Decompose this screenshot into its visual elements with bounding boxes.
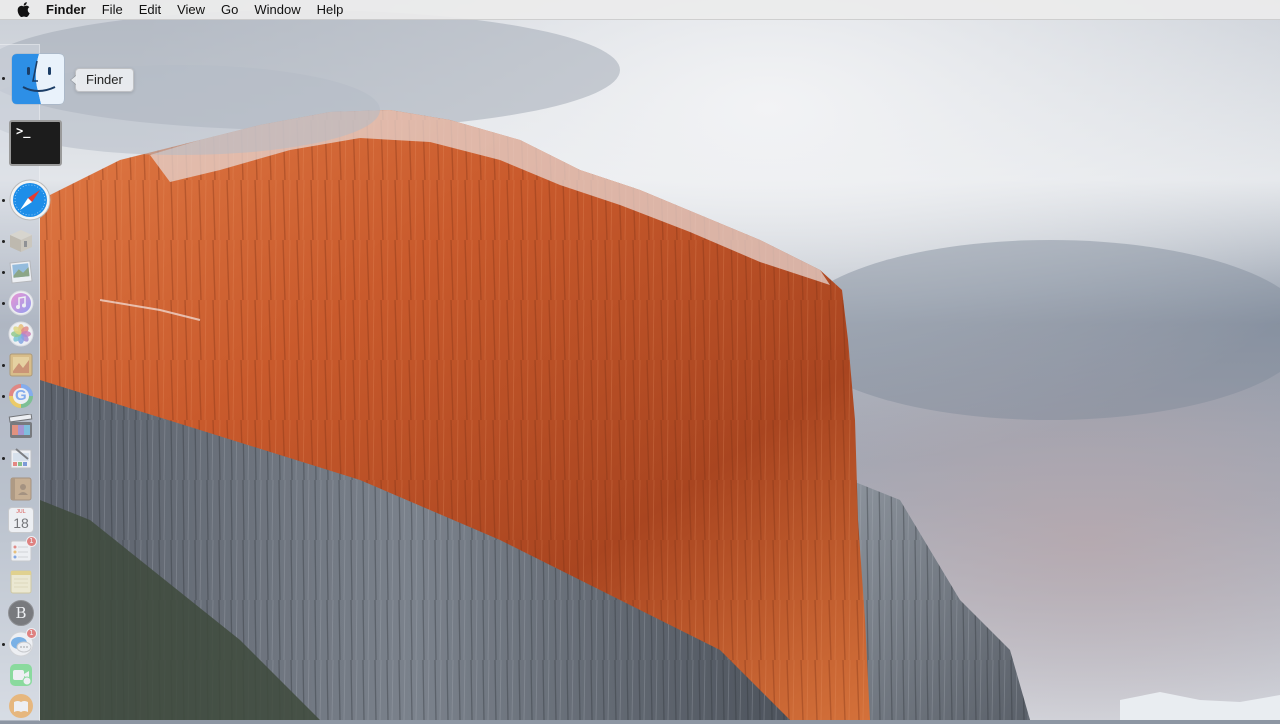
menu-bar: Finder File Edit View Go Window Help — [0, 0, 1280, 20]
running-indicator — [2, 271, 5, 274]
desktop-wallpaper — [0, 0, 1280, 720]
running-indicator — [2, 395, 5, 398]
running-indicator — [2, 302, 5, 305]
running-indicator — [2, 240, 5, 243]
menu-help[interactable]: Help — [309, 0, 352, 19]
dock-item-safari[interactable] — [9, 179, 51, 221]
running-indicator — [2, 457, 5, 460]
menu-window[interactable]: Window — [246, 0, 308, 19]
menu-file[interactable]: File — [94, 0, 131, 19]
dock-item-finder[interactable] — [11, 53, 65, 105]
finder-icon — [11, 53, 65, 105]
apple-logo-icon[interactable] — [0, 0, 46, 19]
menu-edit[interactable]: Edit — [131, 0, 169, 19]
menu-app-finder[interactable]: Finder — [46, 0, 94, 19]
terminal-prompt-glyph: >_ — [16, 124, 31, 138]
safari-icon — [9, 179, 51, 221]
running-indicator — [2, 643, 5, 646]
running-indicator — [2, 364, 5, 367]
menu-view[interactable]: View — [169, 0, 213, 19]
menu-go[interactable]: Go — [213, 0, 246, 19]
running-indicator — [2, 199, 5, 202]
dock-item-terminal[interactable]: >_ — [9, 120, 62, 166]
running-indicator — [2, 77, 5, 80]
dock-tooltip: Finder — [70, 68, 134, 92]
